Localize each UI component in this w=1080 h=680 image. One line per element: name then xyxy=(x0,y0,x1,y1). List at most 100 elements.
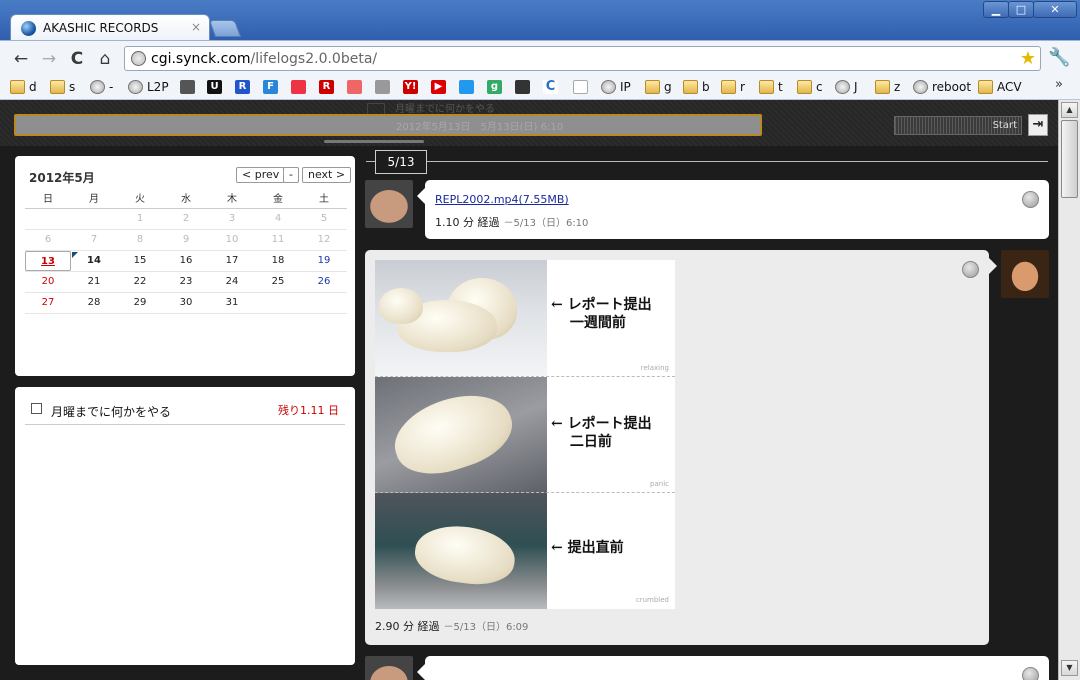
calendar-day[interactable]: 5 xyxy=(301,209,347,229)
minimize-button[interactable]: ▁ xyxy=(983,1,1009,18)
bookmark-item[interactable]: r xyxy=(721,78,745,96)
bookmark-item[interactable]: L2P xyxy=(128,78,169,96)
calendar-day[interactable]: 1 xyxy=(117,209,163,229)
address-bar[interactable]: cgi.synck.com/lifelogs2.0.0beta/ ★ xyxy=(124,46,1041,71)
reload-icon[interactable]: C xyxy=(66,48,88,70)
calendar-day[interactable]: 18 xyxy=(255,251,301,271)
bookmark-item[interactable] xyxy=(459,78,478,96)
calendar-day[interactable]: 30 xyxy=(163,293,209,313)
forward-arrow-icon[interactable]: → xyxy=(38,48,60,70)
bookmark-item[interactable]: c xyxy=(797,78,823,96)
calendar-day[interactable]: 3 xyxy=(209,209,255,229)
exit-icon[interactable]: ⇥ xyxy=(1028,114,1048,136)
post-status-dot[interactable] xyxy=(962,261,979,278)
calendar-day[interactable]: 20 xyxy=(25,272,71,292)
bookmark-item[interactable]: ▶ xyxy=(431,78,450,96)
bookmark-item[interactable] xyxy=(291,78,310,96)
calendar-weekday: 金 xyxy=(273,194,283,205)
calendar-day[interactable]: 12 xyxy=(301,230,347,250)
attachment-link[interactable]: REPL2002.mp4(7.55MB) xyxy=(435,193,569,206)
meme-image[interactable]: ← レポート提出 一週間前 relaxing ← レポート提出 二日前 pani… xyxy=(375,260,675,609)
bookmark-item[interactable]: F xyxy=(263,78,282,96)
calendar-day[interactable]: 21 xyxy=(71,272,117,292)
bookmark-item[interactable] xyxy=(180,78,199,96)
bookmark-item[interactable] xyxy=(375,78,394,96)
todo-checkbox[interactable] xyxy=(31,403,42,414)
bookmarks-overflow-icon[interactable]: » xyxy=(1055,77,1063,92)
bookmark-item[interactable]: IP xyxy=(601,78,631,96)
calendar-day[interactable]: 14 xyxy=(71,251,117,271)
url-text[interactable]: cgi.synck.com/lifelogs2.0.0beta/ xyxy=(151,51,377,67)
bookmark-item[interactable]: reboot xyxy=(913,78,971,96)
close-window-button[interactable]: ✕ xyxy=(1033,1,1077,18)
calendar-next-button[interactable]: next > xyxy=(302,167,352,183)
bookmark-item[interactable]: z xyxy=(875,78,900,96)
calendar-day[interactable]: 10 xyxy=(209,230,255,250)
bookmark-item[interactable]: b xyxy=(683,78,710,96)
folder-icon xyxy=(645,80,660,94)
bookmark-item[interactable] xyxy=(515,78,534,96)
bookmark-item[interactable]: U xyxy=(207,78,226,96)
calendar-day[interactable]: 31 xyxy=(209,293,255,313)
post-status-dot[interactable] xyxy=(1022,191,1039,208)
avatar-user[interactable] xyxy=(365,656,413,680)
home-icon[interactable]: ⌂ xyxy=(94,48,116,70)
calendar-day[interactable]: 6 xyxy=(25,230,71,250)
calendar-day[interactable]: 27 xyxy=(25,293,71,313)
calendar-day[interactable]: 2 xyxy=(163,209,209,229)
bookmark-item[interactable]: C xyxy=(543,78,562,96)
back-arrow-icon[interactable]: ← xyxy=(10,48,32,70)
calendar-day[interactable]: 9 xyxy=(163,230,209,250)
calendar-day[interactable]: 19 xyxy=(301,251,347,271)
calendar-day[interactable]: 7 xyxy=(71,230,117,250)
bookmark-item[interactable]: s xyxy=(50,78,75,96)
calendar-day[interactable]: 22 xyxy=(117,272,163,292)
bookmark-item[interactable]: J xyxy=(835,78,858,96)
calendar-day[interactable]: 24 xyxy=(209,272,255,292)
calendar-day[interactable]: 8 xyxy=(117,230,163,250)
calendar-day[interactable]: 29 xyxy=(117,293,163,313)
bookmark-item[interactable]: g xyxy=(645,78,672,96)
calendar-day[interactable]: 25 xyxy=(255,272,301,292)
bookmark-item[interactable]: - xyxy=(90,78,113,96)
lifelog-input[interactable] xyxy=(14,114,762,136)
scroll-thumb[interactable] xyxy=(1061,120,1078,198)
post-status-dot[interactable] xyxy=(1022,667,1039,680)
bookmark-item[interactable]: g xyxy=(487,78,506,96)
ghost-todo-text: 月曜までに何かをやる xyxy=(395,104,495,115)
bookmark-item[interactable] xyxy=(573,78,592,96)
browser-tab[interactable]: AKASHIC RECORDS × xyxy=(10,14,210,41)
meme-panel-tag: panic xyxy=(650,480,669,488)
bookmark-item[interactable]: R xyxy=(319,78,338,96)
calendar-day[interactable]: 28 xyxy=(71,293,117,313)
bookmark-star-icon[interactable]: ★ xyxy=(1020,48,1036,69)
avatar-friend[interactable] xyxy=(1001,250,1049,298)
bookmark-item[interactable]: t xyxy=(759,78,783,96)
calendar-day[interactable]: 13 xyxy=(25,251,71,271)
bookmark-item[interactable]: ACV xyxy=(978,78,1022,96)
calendar-current-button[interactable]: - xyxy=(283,167,299,183)
new-tab-button[interactable] xyxy=(208,20,242,37)
avatar-user[interactable] xyxy=(365,180,413,228)
folder-icon xyxy=(797,80,812,94)
wrench-icon[interactable]: 🔧 xyxy=(1048,47,1070,68)
calendar-day[interactable]: 23 xyxy=(163,272,209,292)
calendar-day[interactable]: 16 xyxy=(163,251,209,271)
calendar-day[interactable]: 15 xyxy=(117,251,163,271)
calendar-prev-button[interactable]: < prev xyxy=(236,167,286,183)
bookmark-item[interactable]: d xyxy=(10,78,37,96)
bookmark-item[interactable]: R xyxy=(235,78,254,96)
bookmark-item[interactable]: Y! xyxy=(403,78,422,96)
calendar-day[interactable]: 17 xyxy=(209,251,255,271)
bookmark-item[interactable] xyxy=(347,78,366,96)
drag-handle[interactable] xyxy=(324,140,424,143)
tab-close-icon[interactable]: × xyxy=(191,20,201,34)
calendar-day[interactable]: 11 xyxy=(255,230,301,250)
scroll-up-icon[interactable]: ▲ xyxy=(1061,102,1078,118)
start-button[interactable]: Start xyxy=(894,116,1022,135)
calendar-day[interactable]: 4 xyxy=(255,209,301,229)
maximize-button[interactable]: □ xyxy=(1008,1,1034,18)
scroll-down-icon[interactable]: ▼ xyxy=(1061,660,1078,676)
vertical-scrollbar[interactable]: ▲ ▼ xyxy=(1058,100,1080,680)
calendar-day[interactable]: 26 xyxy=(301,272,347,292)
